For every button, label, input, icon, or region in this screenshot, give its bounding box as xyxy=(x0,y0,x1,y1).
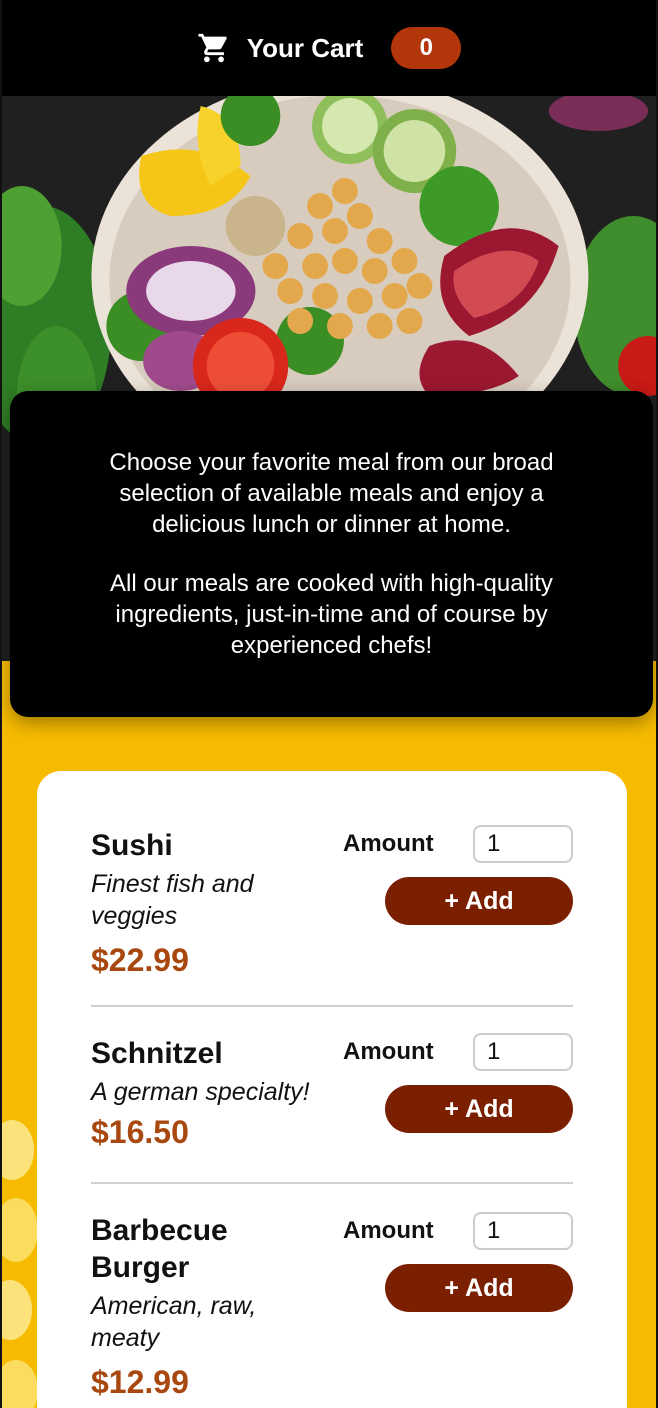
amount-label: Amount xyxy=(343,830,434,857)
meal-item: Sushi Finest fish and veggies $22.99 Amo… xyxy=(91,771,573,1007)
pineapple-decoration xyxy=(2,1120,42,1408)
app-header: Your Cart 0 xyxy=(2,0,656,96)
amount-row: Amount xyxy=(343,1212,573,1250)
meal-add-form: Amount + Add xyxy=(343,1212,573,1312)
cart-icon xyxy=(198,33,227,63)
add-button[interactable]: + Add xyxy=(385,1085,573,1133)
available-meals-card: Sushi Finest fish and veggies $22.99 Amo… xyxy=(37,771,627,1408)
cart-count-badge: 0 xyxy=(391,27,462,69)
cart-label: Your Cart xyxy=(246,32,364,63)
add-button[interactable]: + Add xyxy=(385,1264,573,1312)
meal-description: A german specialty! xyxy=(91,1078,310,1106)
page: Your Cart 0 Choose your favorite meal fr… xyxy=(0,0,658,1408)
meal-item: Barbecue Burger American, raw, meaty $12… xyxy=(91,1184,573,1408)
amount-label: Amount xyxy=(343,1217,434,1244)
meal-info: Sushi Finest fish and veggies $22.99 xyxy=(91,827,341,979)
meal-add-form: Amount + Add xyxy=(343,825,573,925)
meal-add-form: Amount + Add xyxy=(343,1033,573,1133)
meal-item: Schnitzel A german specialty! $16.50 Amo… xyxy=(91,1007,573,1184)
meal-name: Schnitzel xyxy=(91,1037,223,1070)
meal-name: Sushi xyxy=(91,829,173,862)
amount-label: Amount xyxy=(343,1038,434,1065)
summary-paragraph-1: Choose your favorite meal from our broad… xyxy=(109,449,554,538)
amount-input[interactable] xyxy=(473,1212,573,1250)
amount-row: Amount xyxy=(343,825,573,863)
amount-input[interactable] xyxy=(473,1033,573,1071)
amount-input[interactable] xyxy=(473,825,573,863)
meal-price: $22.99 xyxy=(91,942,189,978)
add-button[interactable]: + Add xyxy=(385,877,573,925)
meal-price: $12.99 xyxy=(91,1364,189,1400)
amount-row: Amount xyxy=(343,1033,573,1071)
meal-info: Barbecue Burger American, raw, meaty $12… xyxy=(91,1212,341,1401)
meal-description: American, raw, meaty xyxy=(91,1292,257,1352)
meal-info: Schnitzel A german specialty! $16.50 xyxy=(91,1035,351,1151)
summary-paragraph-2: All our meals are cooked with high-quali… xyxy=(110,570,553,659)
cart-button[interactable]: Your Cart 0 xyxy=(197,27,462,69)
meal-name: Barbecue Burger xyxy=(91,1214,228,1284)
meal-price: $16.50 xyxy=(91,1114,189,1150)
meals-summary: Choose your favorite meal from our broad… xyxy=(10,391,653,717)
meal-description: Finest fish and veggies xyxy=(91,870,254,930)
